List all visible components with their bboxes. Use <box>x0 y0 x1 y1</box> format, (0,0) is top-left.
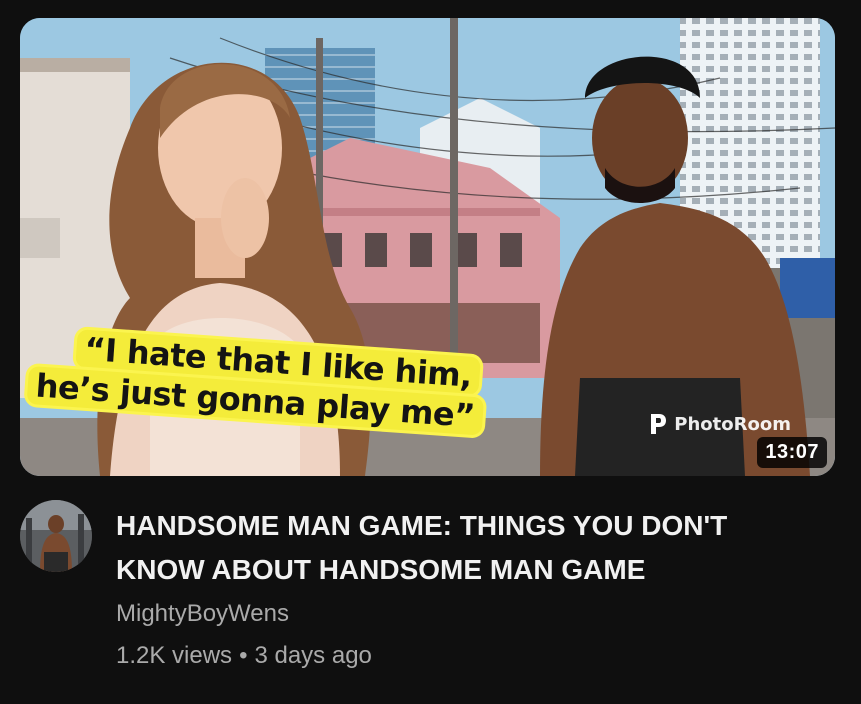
watermark-text: PhotoRoom <box>674 413 791 435</box>
video-stats: 1.2K views • 3 days ago <box>116 642 372 670</box>
photoroom-logo-icon <box>651 414 667 434</box>
video-thumbnail[interactable]: “I hate that I like him, he’s just gonna… <box>20 18 835 476</box>
duration-badge: 13:07 <box>757 437 827 468</box>
photoroom-watermark: PhotoRoom <box>648 412 791 436</box>
video-title[interactable]: HANDSOME MAN GAME: THINGS YOU DON'T KNOW… <box>116 504 816 592</box>
upload-age: 3 days ago <box>254 642 372 669</box>
view-count: 1.2K views <box>116 642 233 669</box>
avatar-image <box>20 500 92 572</box>
video-details: HANDSOME MAN GAME: THINGS YOU DON'T KNOW… <box>20 500 840 690</box>
channel-avatar[interactable] <box>20 500 92 572</box>
separator-dot: • <box>239 642 248 669</box>
video-card[interactable]: “I hate that I like him, he’s just gonna… <box>0 0 861 704</box>
channel-name[interactable]: MightyBoyWens <box>116 600 289 628</box>
